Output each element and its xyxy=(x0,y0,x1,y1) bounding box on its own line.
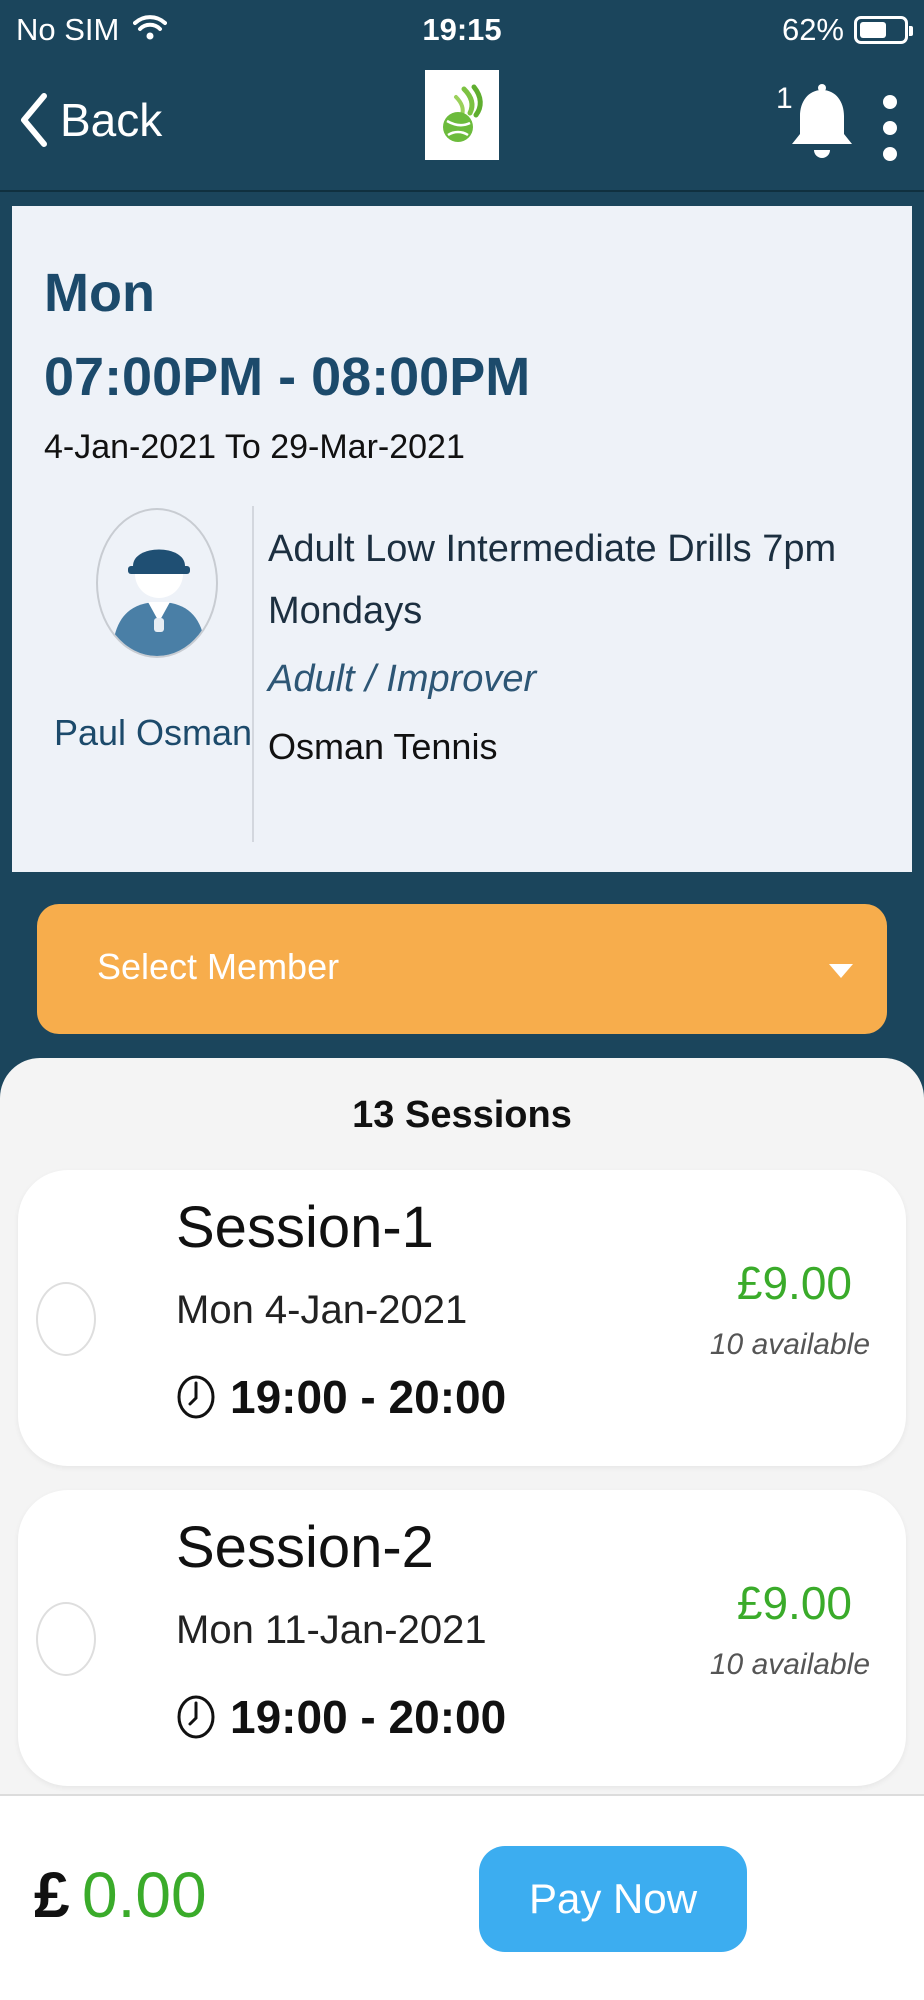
session-time-label: 19:00 - 20:00 xyxy=(230,1691,507,1743)
notifications-button[interactable]: 1 xyxy=(776,82,852,168)
class-date-range: 4-Jan-2021 To 29-Mar-2021 xyxy=(44,428,465,466)
session-time: 19:00 - 20:00 xyxy=(176,1370,506,1424)
session-date: Mon 11-Jan-2021 xyxy=(176,1608,487,1652)
more-options-button[interactable] xyxy=(870,90,910,166)
session-select-radio[interactable] xyxy=(36,1282,96,1356)
app-logo xyxy=(425,70,499,160)
session-price: £9.00 xyxy=(736,1577,852,1629)
back-label: Back xyxy=(60,94,163,146)
status-right: 62% xyxy=(781,12,913,48)
session-title: Session-2 xyxy=(176,1515,434,1580)
battery-icon xyxy=(854,16,913,44)
header-divider xyxy=(0,190,924,192)
tennis-ball-logo-icon xyxy=(443,84,483,142)
sessions-count: 13 Sessions xyxy=(352,1094,572,1136)
class-time: 07:00PM - 08:00PM xyxy=(44,347,531,407)
sessions-panel: 13 Sessions Session-1 Mon 4-Jan-2021 19:… xyxy=(0,1058,924,1794)
checkout-footer: £ 0.00 Pay Now xyxy=(0,1794,924,2000)
class-club: Osman Tennis xyxy=(268,726,498,767)
more-vertical-icon xyxy=(883,95,897,161)
status-bar: No SIM 19:15 62% xyxy=(0,0,924,62)
clock-icon xyxy=(177,1695,215,1739)
coach-name: Paul Osman xyxy=(53,712,253,753)
chevron-left-icon xyxy=(21,93,47,147)
pay-now-button[interactable]: Pay Now xyxy=(479,1846,747,1952)
session-price: £9.00 xyxy=(736,1257,852,1309)
session-availability: 10 available xyxy=(709,1328,870,1361)
nav-bar: Back 1 xyxy=(0,62,924,192)
session-time: 19:00 - 20:00 xyxy=(176,1690,506,1744)
bell-icon xyxy=(792,84,852,158)
session-card[interactable]: Session-1 Mon 4-Jan-2021 19:00 - 20:00 £… xyxy=(18,1170,906,1466)
session-card[interactable]: Session-2 Mon 11-Jan-2021 19:00 - 20:00 … xyxy=(18,1490,906,1786)
class-title: Adult Low Intermediate Drills 7pm Monday… xyxy=(268,528,837,632)
session-title: Session-1 xyxy=(176,1195,434,1260)
coach-avatar-icon xyxy=(112,549,206,656)
total-currency: £ xyxy=(34,1859,70,1931)
session-time-label: 19:00 - 20:00 xyxy=(230,1371,507,1423)
card-divider xyxy=(252,506,254,842)
total-amount: 0.00 xyxy=(82,1859,207,1931)
back-button[interactable]: Back xyxy=(18,92,162,148)
caret-down-icon xyxy=(829,964,853,978)
class-level: Adult / Improver xyxy=(268,658,537,700)
session-select-radio[interactable] xyxy=(36,1602,96,1676)
class-day: Mon xyxy=(44,263,155,323)
class-card: Mon 07:00PM - 08:00PM 4-Jan-2021 To 29-M… xyxy=(12,206,912,872)
coach-avatar xyxy=(96,508,218,658)
select-member-dropdown[interactable]: Select Member xyxy=(37,904,887,1034)
session-availability: 10 available xyxy=(709,1648,870,1681)
battery-percent: 62% xyxy=(781,12,844,47)
clock-icon xyxy=(177,1375,215,1419)
session-date: Mon 4-Jan-2021 xyxy=(176,1288,468,1332)
select-member-label: Select Member xyxy=(97,946,340,987)
